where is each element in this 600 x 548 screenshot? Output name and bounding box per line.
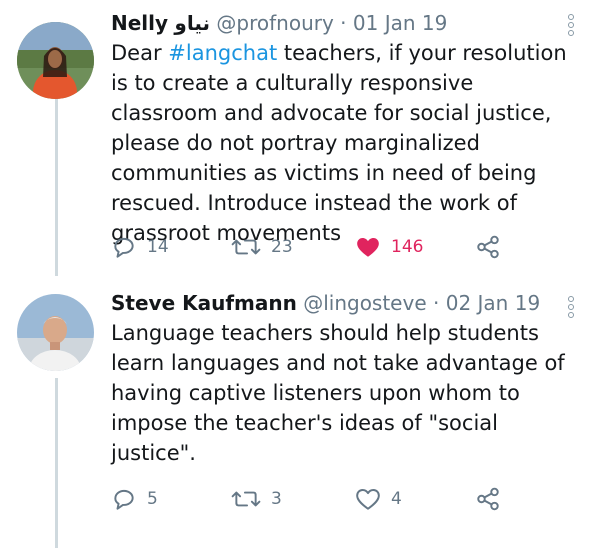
separator-dot: · bbox=[340, 11, 347, 35]
retweet-count: 3 bbox=[271, 489, 282, 509]
user-handle[interactable]: @lingosteve bbox=[303, 291, 426, 315]
tweet-header: Steve Kaufmann @lingosteve · 02 Jan 19 bbox=[111, 288, 540, 318]
share-icon bbox=[477, 235, 499, 259]
retweet-button[interactable]: 23 bbox=[231, 232, 293, 262]
tweet-text-part: teachers, if your resolution is to creat… bbox=[111, 41, 567, 245]
heart-icon bbox=[357, 238, 379, 257]
reply-button[interactable]: 14 bbox=[111, 232, 169, 262]
tweet-text: Dear #langchat teachers, if your resolut… bbox=[111, 38, 581, 248]
like-count: 4 bbox=[391, 489, 402, 509]
heart-icon bbox=[356, 489, 380, 510]
tweet-text: Language teachers should help students l… bbox=[111, 321, 565, 465]
share-icon bbox=[477, 487, 499, 511]
tweet-actions: 5 3 4 bbox=[111, 484, 581, 514]
retweet-button[interactable]: 3 bbox=[231, 484, 282, 514]
more-vertical-icon[interactable] bbox=[568, 296, 576, 320]
share-button[interactable] bbox=[475, 232, 501, 262]
display-name-arabic[interactable]: نياو bbox=[174, 11, 210, 35]
tweet-date[interactable]: 02 Jan 19 bbox=[446, 291, 540, 315]
reply-button[interactable]: 5 bbox=[111, 484, 158, 514]
avatar[interactable] bbox=[17, 22, 94, 99]
thread-connector-line bbox=[55, 98, 58, 276]
separator-dot: · bbox=[433, 291, 440, 315]
avatar[interactable] bbox=[17, 294, 94, 371]
reply-count: 14 bbox=[147, 237, 169, 257]
tweet-date[interactable]: 01 Jan 19 bbox=[353, 11, 447, 35]
tweet-header: Nelly نياو @profnoury · 01 Jan 19 bbox=[111, 8, 447, 38]
reply-count: 5 bbox=[147, 489, 158, 509]
like-button[interactable]: 4 bbox=[355, 484, 402, 514]
like-count: 146 bbox=[391, 237, 424, 257]
like-button[interactable]: 146 bbox=[355, 232, 423, 262]
reply-icon bbox=[114, 489, 134, 510]
tweet-text-part: Dear bbox=[111, 41, 169, 65]
share-button[interactable] bbox=[475, 484, 501, 514]
more-vertical-icon[interactable] bbox=[568, 14, 576, 38]
retweet-count: 23 bbox=[271, 237, 293, 257]
reply-icon bbox=[114, 237, 134, 258]
retweet-icon bbox=[231, 239, 261, 255]
thread-connector-line bbox=[55, 378, 58, 548]
retweet-icon bbox=[231, 491, 261, 507]
display-name[interactable]: Steve Kaufmann bbox=[111, 291, 297, 315]
tweet-actions: 14 23 146 bbox=[111, 232, 581, 262]
hashtag-link[interactable]: #langchat bbox=[168, 41, 277, 65]
user-handle[interactable]: @profnoury bbox=[216, 11, 333, 35]
display-name[interactable]: Nelly bbox=[111, 11, 168, 35]
